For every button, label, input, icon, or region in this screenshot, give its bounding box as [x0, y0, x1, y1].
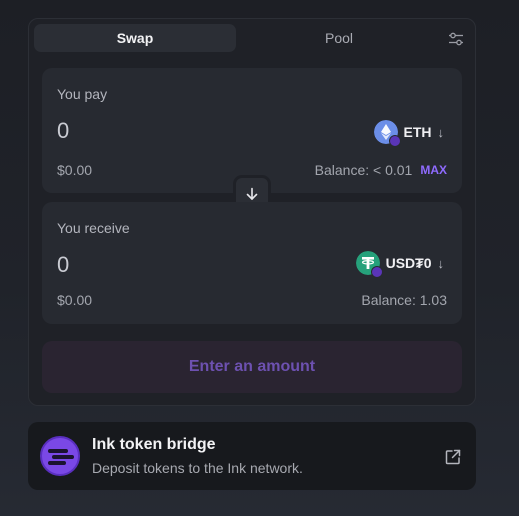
ink-bridge-card[interactable]: Ink token bridge Deposit tokens to the I…	[28, 422, 476, 490]
receive-usd-value: $0.00	[57, 292, 93, 308]
ink-network-badge-icon	[388, 135, 401, 147]
bridge-subtitle: Deposit tokens to the Ink network.	[92, 460, 303, 476]
receive-balance-row: Balance: 1.03	[361, 292, 447, 308]
enter-amount-button[interactable]: Enter an amount	[42, 341, 462, 393]
receive-token-selector[interactable]: USD₮0 ↓	[355, 251, 445, 278]
ink-logo-icon	[40, 436, 80, 476]
ethereum-icon	[373, 120, 401, 147]
tab-pool[interactable]: Pool	[236, 24, 442, 52]
settings-sliders-icon[interactable]	[448, 31, 464, 47]
receive-amount-input[interactable]: 0	[57, 252, 69, 278]
pay-usd-value: $0.00	[57, 162, 93, 178]
pay-amount-input[interactable]: 0	[57, 118, 69, 144]
tether-icon	[355, 251, 383, 278]
ink-network-badge-icon	[370, 266, 383, 278]
receive-label: You receive	[57, 220, 130, 236]
pay-balance: Balance: < 0.01	[314, 162, 413, 178]
pay-token-selector[interactable]: ETH ↓	[373, 120, 445, 147]
tab-swap[interactable]: Swap	[34, 24, 236, 52]
bridge-title: Ink token bridge	[92, 436, 216, 453]
pay-label: You pay	[57, 86, 108, 102]
tab-bar: Swap Pool	[34, 24, 474, 52]
arrow-down-icon: ↓	[437, 255, 445, 271]
arrow-down-icon: ↓	[437, 124, 445, 140]
swap-card: Swap Pool You pay 0 ETH ↓ $0.00 Balance:…	[28, 18, 476, 406]
arrow-down-icon	[246, 187, 258, 200]
receive-token-symbol: USD₮0	[385, 255, 432, 271]
external-link-icon[interactable]	[444, 448, 462, 466]
pay-token-symbol: ETH	[403, 124, 432, 140]
receive-panel: You receive 0 USD₮0 ↓ $0.00 Balance: 1.0…	[42, 202, 462, 324]
max-button[interactable]: MAX	[420, 163, 447, 177]
receive-balance: Balance: 1.03	[361, 292, 447, 308]
pay-balance-row: Balance: < 0.01 MAX	[315, 162, 447, 178]
